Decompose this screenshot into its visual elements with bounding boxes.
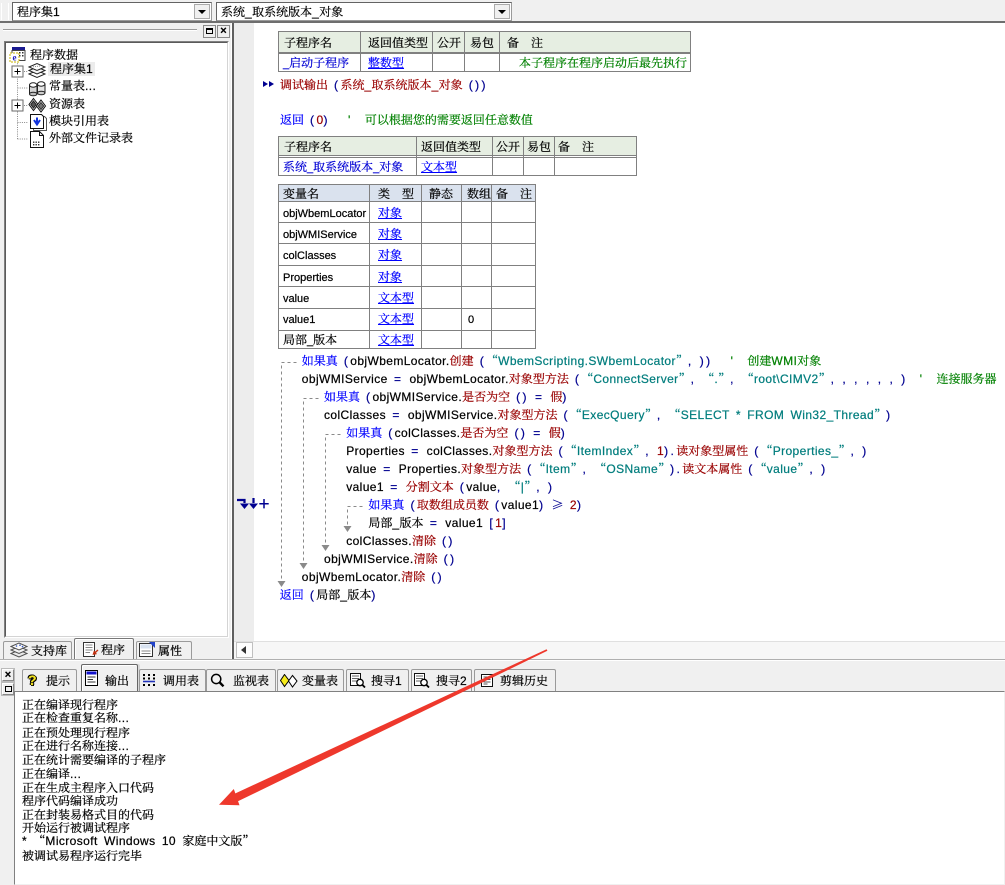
svg-text:e: e	[13, 53, 17, 63]
